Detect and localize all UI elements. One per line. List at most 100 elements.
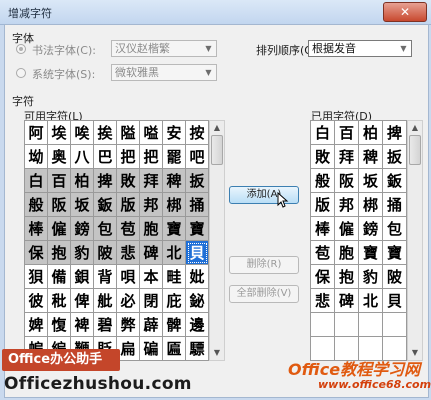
char-cell[interactable]: 保 bbox=[311, 265, 335, 289]
char-cell[interactable]: 按 bbox=[186, 121, 209, 145]
char-cell[interactable]: 唄 bbox=[117, 265, 140, 289]
char-cell[interactable]: 胞 bbox=[140, 217, 163, 241]
char-cell[interactable]: 鈑 bbox=[383, 169, 407, 193]
char-cell[interactable]: 捭 bbox=[94, 169, 117, 193]
char-cell[interactable]: 扁 bbox=[117, 337, 140, 361]
char-cell[interactable]: 梆 bbox=[163, 193, 186, 217]
char-cell[interactable]: 舭 bbox=[94, 289, 117, 313]
scroll-thumb[interactable] bbox=[409, 135, 421, 165]
scroll-up-icon[interactable]: ▲ bbox=[408, 121, 422, 135]
system-font-select[interactable]: 微软雅黑 ▼ bbox=[111, 64, 217, 81]
char-cell[interactable] bbox=[335, 313, 359, 337]
char-cell[interactable]: 鋇 bbox=[71, 265, 94, 289]
char-cell[interactable]: 裨 bbox=[71, 313, 94, 337]
char-cell[interactable]: 邊 bbox=[186, 313, 209, 337]
char-cell[interactable]: 碥 bbox=[140, 337, 163, 361]
char-cell[interactable]: 隘 bbox=[117, 121, 140, 145]
char-cell[interactable]: 庇 bbox=[163, 289, 186, 313]
char-cell[interactable]: 把 bbox=[117, 145, 140, 169]
char-cell[interactable] bbox=[359, 313, 383, 337]
char-cell[interactable]: 胞 bbox=[335, 241, 359, 265]
char-cell[interactable]: 柏 bbox=[359, 121, 383, 145]
char-cell[interactable]: 邦 bbox=[335, 193, 359, 217]
char-cell[interactable]: 僱 bbox=[48, 217, 71, 241]
char-cell[interactable]: 阪 bbox=[335, 169, 359, 193]
remove-all-button[interactable]: 全部删除(V) bbox=[229, 285, 299, 303]
scroll-up-icon[interactable]: ▲ bbox=[210, 121, 224, 135]
char-cell[interactable]: 悲 bbox=[311, 289, 335, 313]
char-cell[interactable]: 般 bbox=[311, 169, 335, 193]
char-cell[interactable]: 必 bbox=[117, 289, 140, 313]
char-cell[interactable]: 百 bbox=[48, 169, 71, 193]
char-cell[interactable]: 狽 bbox=[25, 265, 48, 289]
char-cell[interactable]: 拜 bbox=[140, 169, 163, 193]
char-cell[interactable]: 愎 bbox=[48, 313, 71, 337]
char-cell[interactable]: 陂 bbox=[383, 265, 407, 289]
char-cell[interactable]: 梆 bbox=[359, 193, 383, 217]
char-cell[interactable]: 弊 bbox=[117, 313, 140, 337]
used-chars-grid[interactable]: 白百柏捭敗拜稗扳般阪坂鈑版邦梆捅棒僱鎊包苞胞寶寶保抱豹陂悲碑北貝 bbox=[310, 120, 407, 361]
char-cell[interactable]: 苞 bbox=[311, 241, 335, 265]
char-cell[interactable]: 敗 bbox=[311, 145, 335, 169]
char-cell[interactable]: 碑 bbox=[140, 241, 163, 265]
char-cell[interactable]: 畦 bbox=[163, 265, 186, 289]
char-cell[interactable]: 捅 bbox=[186, 193, 209, 217]
remove-button[interactable]: 删除(R) bbox=[229, 256, 299, 274]
char-cell[interactable]: 驃 bbox=[186, 337, 209, 361]
char-cell[interactable]: 奥 bbox=[48, 145, 71, 169]
scroll-down-icon[interactable]: ▼ bbox=[210, 346, 224, 360]
char-cell[interactable]: 白 bbox=[25, 169, 48, 193]
char-cell[interactable]: 悲 bbox=[117, 241, 140, 265]
char-cell[interactable]: 坂 bbox=[359, 169, 383, 193]
close-button[interactable]: ✕ bbox=[383, 2, 427, 22]
char-cell[interactable]: 貝 bbox=[383, 289, 407, 313]
char-cell[interactable]: 抱 bbox=[335, 265, 359, 289]
sort-order-select[interactable]: 根据发音 ▼ bbox=[308, 40, 412, 57]
char-cell[interactable]: 鈑 bbox=[94, 193, 117, 217]
char-cell[interactable]: 鎊 bbox=[71, 217, 94, 241]
char-cell[interactable]: 薜 bbox=[140, 313, 163, 337]
available-scrollbar[interactable]: ▲ ▼ bbox=[209, 120, 225, 361]
char-cell[interactable]: 鎊 bbox=[359, 217, 383, 241]
char-cell[interactable]: 阪 bbox=[48, 193, 71, 217]
char-cell[interactable]: 北 bbox=[163, 241, 186, 265]
char-cell[interactable]: 保 bbox=[25, 241, 48, 265]
char-cell[interactable]: 背 bbox=[94, 265, 117, 289]
char-cell[interactable]: 邦 bbox=[140, 193, 163, 217]
char-cell[interactable]: 俾 bbox=[71, 289, 94, 313]
scroll-thumb[interactable] bbox=[211, 135, 223, 165]
char-cell[interactable]: 扳 bbox=[186, 169, 209, 193]
char-cell[interactable]: 包 bbox=[383, 217, 407, 241]
char-cell[interactable]: 坂 bbox=[71, 193, 94, 217]
char-cell[interactable]: 陂 bbox=[94, 241, 117, 265]
calligraphy-font-select[interactable]: 汉仪赵楷繁 ▼ bbox=[111, 40, 217, 57]
char-cell[interactable]: 寶 bbox=[186, 217, 209, 241]
char-cell[interactable]: 稗 bbox=[163, 169, 186, 193]
char-cell[interactable]: 八 bbox=[71, 145, 94, 169]
char-cell[interactable]: 棒 bbox=[25, 217, 48, 241]
char-cell[interactable]: 豹 bbox=[71, 241, 94, 265]
char-cell[interactable]: 碑 bbox=[335, 289, 359, 313]
char-cell[interactable]: 般 bbox=[25, 193, 48, 217]
char-cell[interactable]: 捅 bbox=[383, 193, 407, 217]
char-cell[interactable]: 豹 bbox=[359, 265, 383, 289]
char-cell[interactable]: 捭 bbox=[383, 121, 407, 145]
used-scrollbar[interactable]: ▲ ▼ bbox=[407, 120, 423, 361]
char-cell[interactable]: 安 bbox=[163, 121, 186, 145]
char-cell[interactable] bbox=[311, 313, 335, 337]
char-cell[interactable]: 稗 bbox=[359, 145, 383, 169]
char-cell[interactable]: 坳 bbox=[25, 145, 48, 169]
char-cell[interactable]: 本 bbox=[140, 265, 163, 289]
char-cell[interactable]: 抱 bbox=[48, 241, 71, 265]
char-cell[interactable]: 妣 bbox=[186, 265, 209, 289]
char-cell[interactable]: 唉 bbox=[71, 121, 94, 145]
char-cell[interactable]: 棒 bbox=[311, 217, 335, 241]
char-cell[interactable]: 僱 bbox=[335, 217, 359, 241]
char-cell[interactable]: 寶 bbox=[383, 241, 407, 265]
char-cell[interactable]: 彼 bbox=[25, 289, 48, 313]
char-cell[interactable]: 碧 bbox=[94, 313, 117, 337]
char-cell[interactable]: 扳 bbox=[383, 145, 407, 169]
char-cell[interactable]: 埃 bbox=[48, 121, 71, 145]
char-cell[interactable]: 百 bbox=[335, 121, 359, 145]
char-cell[interactable]: 版 bbox=[311, 193, 335, 217]
